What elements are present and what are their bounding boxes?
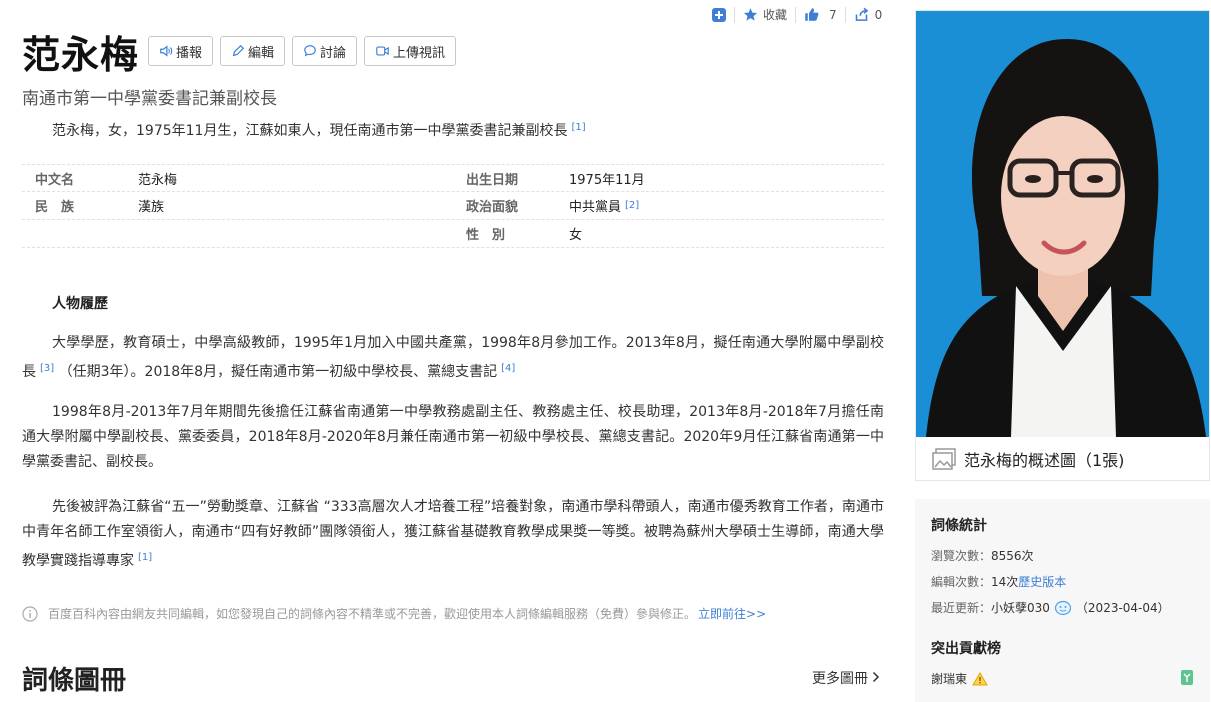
like-button[interactable]: 7 (804, 7, 837, 22)
portrait-photo[interactable] (916, 11, 1209, 437)
speaker-icon (160, 45, 173, 57)
broadcast-label: 播報 (176, 45, 203, 61)
discuss-label: 討論 (320, 45, 347, 61)
summary-text: 范永梅，女，1975年11月生，江蘇如東人，現任南通市第一中學黨委書記兼副校長 (52, 123, 568, 139)
gallery-icon (932, 447, 956, 470)
section-title: 人物履歷 (52, 296, 108, 312)
citation-link[interactable]: [1] (571, 122, 585, 133)
info-row: 中文名 范永梅 出生日期 1975年11月 (22, 164, 884, 192)
history-link[interactable]: 歷史版本 (1018, 573, 1066, 590)
views-row: 瀏覽次數： 8556次 (931, 547, 1210, 564)
bookmark-badge-icon (1181, 670, 1193, 685)
collect-label: 收藏 (763, 8, 788, 22)
paragraph: 1998年8月-2013年7月年期間先後擔任江蘇省南通第一中學教務處副主任、教務… (22, 400, 884, 475)
updated-date: （2023-04-04） (1075, 601, 1170, 615)
info-value: 中共黨員 (569, 200, 622, 215)
entry-stats-panel: 詞條統計 瀏覽次數： 8556次 編輯次數： 14次 歷史版本 最近更新： 小妖… (915, 499, 1210, 702)
info-key: 性 別 (466, 228, 506, 243)
updated-label: 最近更新： (931, 601, 992, 615)
edit-button[interactable]: 編輯 (220, 36, 286, 66)
paragraph-text: 1998年8月-2013年7月年期間先後擔任江蘇省南通第一中學教務處副主任、教務… (22, 404, 884, 470)
portrait-illustration (916, 11, 1209, 437)
updated-user[interactable]: 小妖孽030 (991, 599, 1050, 616)
user-badge-icon (1054, 600, 1072, 615)
upload-video-label: 上傳視訊 (393, 45, 446, 61)
edits-row: 編輯次數： 14次 歷史版本 (931, 573, 1210, 590)
views-value: 8556次 (991, 549, 1034, 563)
citation-link[interactable]: [1] (138, 552, 152, 563)
info-key: 民 族 (35, 200, 75, 215)
share-icon (855, 7, 869, 21)
paragraph: 大學學歷，教育碩士，中學高級教師，1995年1月加入中國共產黨，1998年8月參… (22, 331, 884, 385)
go-now-link[interactable]: 立即前往>> (698, 605, 766, 622)
edits-value: 14次 (991, 575, 1019, 589)
image-caption-text: 范永梅的概述圖（1張) (964, 450, 1125, 470)
like-count: 7 (829, 7, 837, 22)
summary-image-card[interactable]: 范永梅的概述圖（1張) (915, 10, 1210, 481)
edits-label: 編輯次數： (931, 575, 992, 589)
divider (795, 6, 797, 23)
collect-button[interactable]: 收藏 (743, 6, 787, 23)
info-value: 漢族 (138, 200, 165, 215)
upload-video-button[interactable]: 上傳視訊 (364, 36, 457, 66)
paragraph: 先後被評為江蘇省“五一”勞動獎章、江蘇省 “333高層次人才培養工程”培養對象，… (22, 495, 884, 574)
summary: 范永梅，女，1975年11月生，江蘇如東人，現任南通市第一中學黨委書記兼副校長[… (52, 120, 586, 140)
contributor-row: 謝瑞東 (931, 670, 1193, 687)
broadcast-button[interactable]: 播報 (148, 36, 214, 66)
share-count: 0 (874, 7, 883, 22)
edit-notice: 百度百科內容由網友共同編輯，如您發現自己的詞條內容不精準或不完善，歡迎使用本人詞… (22, 605, 766, 622)
divider (734, 6, 735, 23)
info-value-wrap: 中共黨員 [2] (569, 196, 884, 215)
discuss-button[interactable]: 討論 (292, 36, 358, 66)
info-value: 女 (569, 228, 583, 243)
edit-label: 編輯 (248, 45, 275, 61)
edit-notice-text: 百度百科內容由網友共同編輯，如您發現自己的詞條內容不精準或不完善，歡迎使用本人詞… (48, 607, 697, 621)
contributor-name[interactable]: 謝瑞東 (931, 670, 967, 687)
updated-row: 最近更新： 小妖孽030 （2023-04-04） (931, 599, 1210, 616)
thumbs-up-icon (805, 8, 819, 21)
info-icon (22, 605, 38, 622)
citation-link[interactable]: [2] (625, 200, 639, 211)
page-title: 范永梅 (22, 33, 140, 77)
warning-badge-icon (972, 671, 988, 685)
more-gallery-link[interactable]: 更多圖冊 (812, 668, 880, 688)
title-actions: 播報 編輯 討論 上傳視訊 (148, 36, 463, 66)
info-key: 政治面貌 (466, 200, 519, 215)
info-value: 1975年11月 (569, 172, 645, 188)
citation-link[interactable]: [3] (40, 363, 54, 374)
paragraph-text: （任期3年）。2018年8月，擬任南通市第一初級中學校長、黨總支書記 (58, 364, 498, 380)
share-button[interactable]: 0 (854, 7, 883, 22)
stats-title: 詞條統計 (931, 518, 987, 534)
contrib-title: 突出貢獻榜 (931, 641, 1001, 657)
info-key: 中文名 (35, 172, 75, 188)
more-gallery-label: 更多圖冊 (812, 671, 868, 687)
chevron-right-icon (873, 671, 880, 683)
gallery-title: 詞條圖冊 (22, 666, 127, 696)
info-row: 民 族 漢族 政治面貌 中共黨員 [2] (22, 192, 884, 220)
top-action-bar: 收藏 7 0 (712, 6, 882, 23)
star-icon (743, 8, 758, 21)
add-icon[interactable] (712, 7, 726, 22)
views-label: 瀏覽次數： (931, 549, 992, 563)
info-key: 出生日期 (466, 172, 519, 188)
video-icon (376, 46, 389, 56)
pencil-icon (232, 44, 245, 57)
info-value: 范永梅 (138, 172, 178, 188)
citation-link[interactable]: [4] (501, 363, 515, 374)
info-row: 性 別 女 (22, 220, 884, 248)
page-subtitle: 南通市第一中學黨委書記兼副校長 (22, 89, 277, 109)
chat-bubble-icon (304, 45, 316, 57)
image-caption[interactable]: 范永梅的概述圖（1張) (916, 437, 1209, 480)
divider (844, 6, 846, 23)
basic-info-box: 中文名 范永梅 出生日期 1975年11月 民 族 漢族 政治面貌 中共黨員 [2… (22, 164, 884, 248)
